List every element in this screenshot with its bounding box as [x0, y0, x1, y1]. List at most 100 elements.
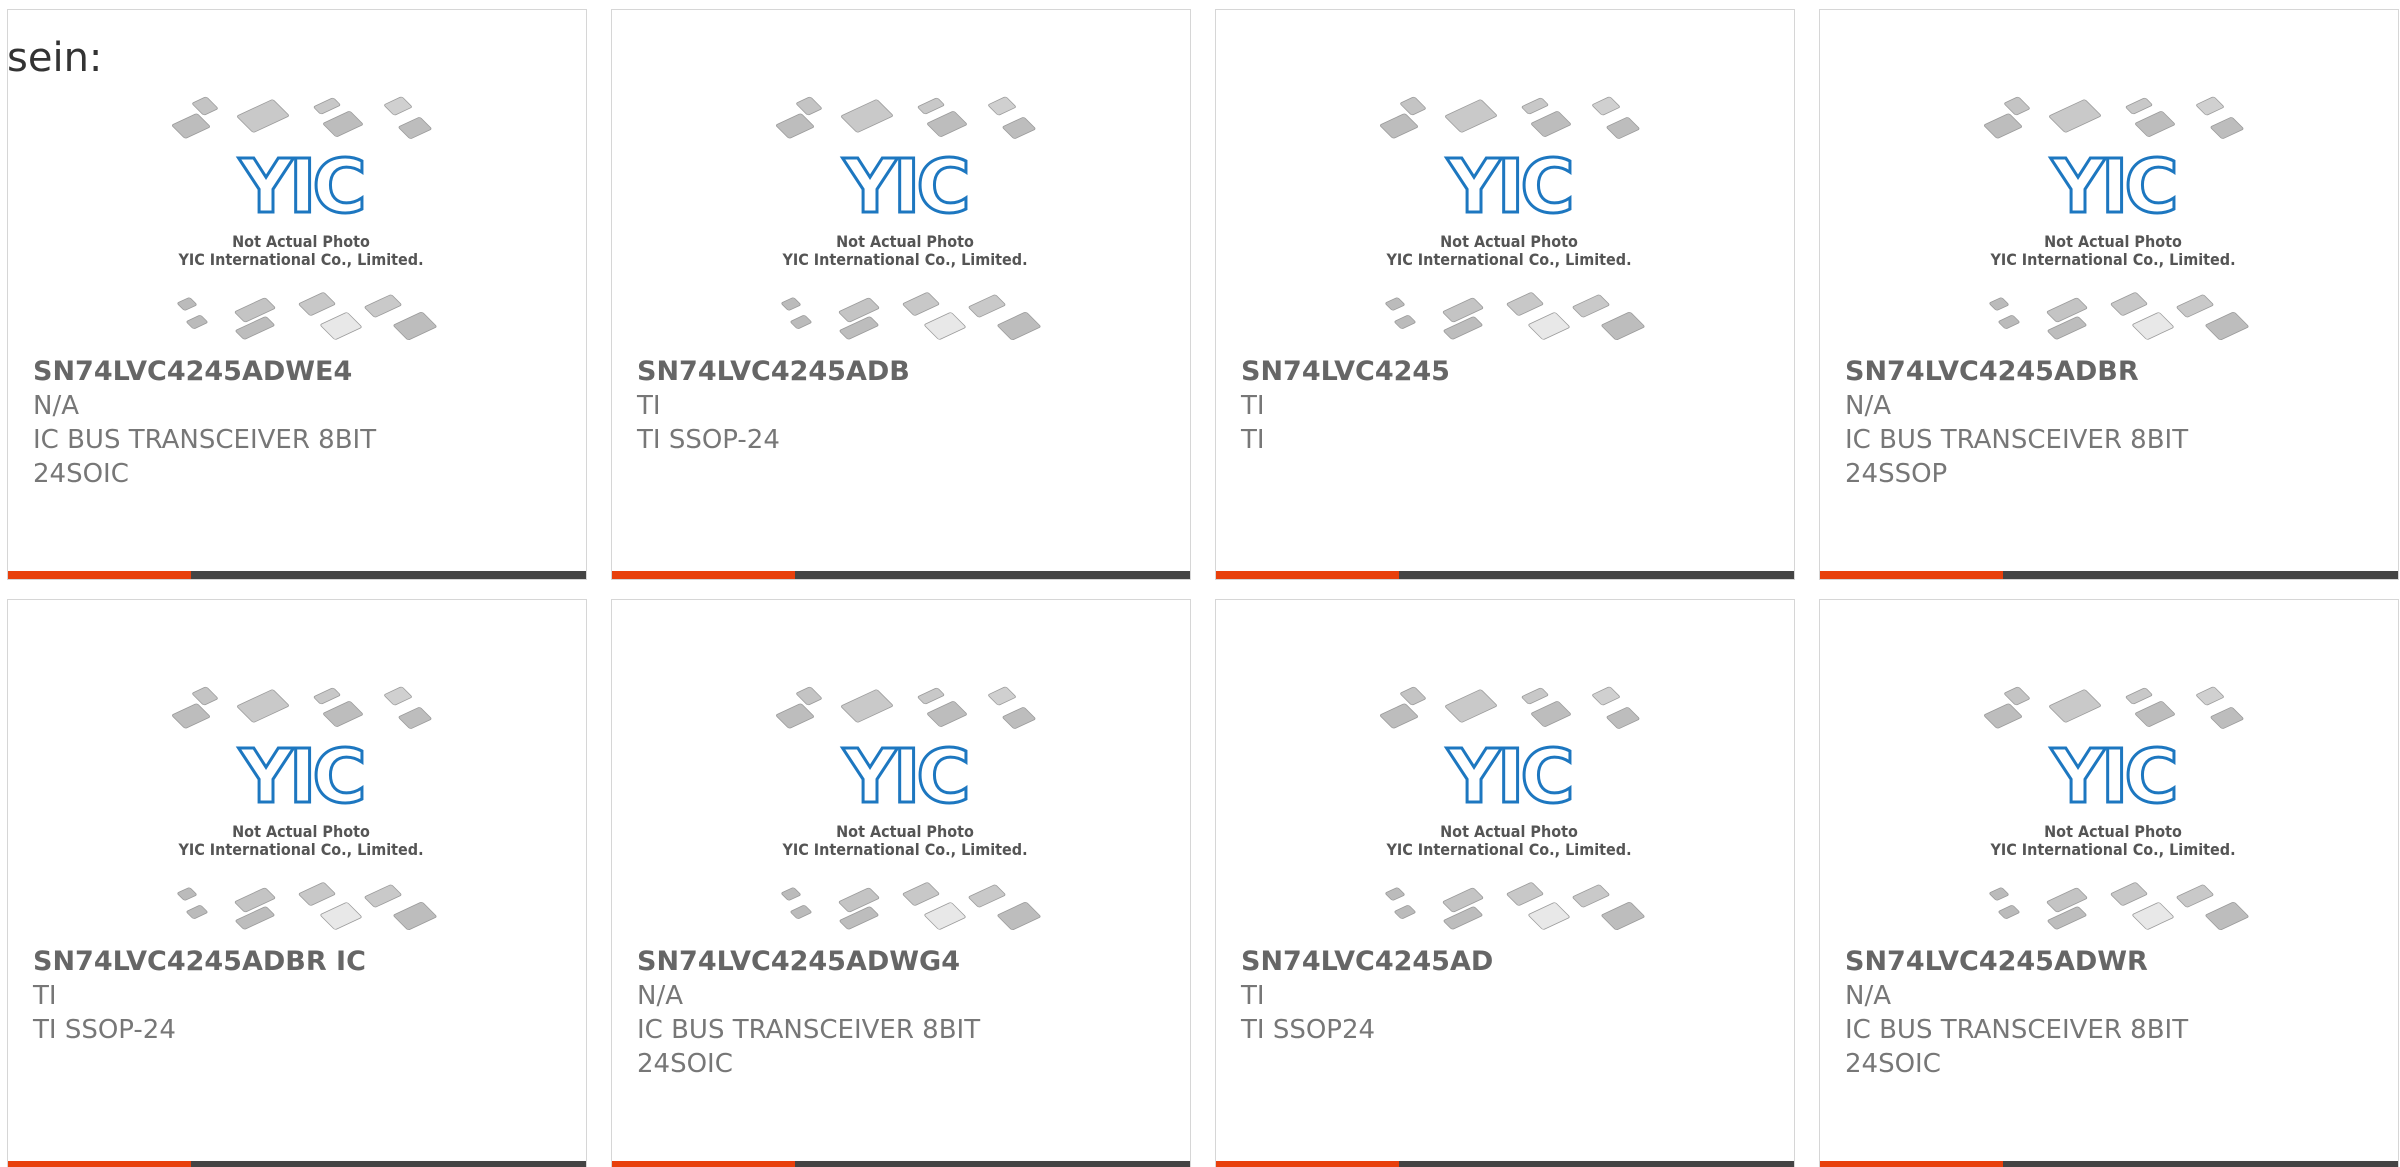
product-card[interactable]: YIC Not Actual Photo YIC International Co.…: [611, 599, 1191, 1167]
product-card[interactable]: YIC Not Actual Photo YIC International Co.…: [611, 9, 1191, 580]
card-bar-accent: [612, 1161, 795, 1167]
product-card[interactable]: YIC Not Actual Photo YIC International Co.…: [7, 599, 587, 1167]
chip-icon: [927, 701, 967, 727]
product-placeholder-image[interactable]: YIC Not Actual Photo YIC International Co.…: [1975, 684, 2251, 940]
placeholder-caption-line2: YIC International Co., Limited.: [1989, 840, 2235, 859]
chip-icon: [1394, 905, 1416, 919]
product-info: SN74LVC4245ADBR IC TI TI SSOP-24: [33, 945, 563, 1047]
chip-icon: [1989, 887, 2009, 901]
chip-icon: [2176, 884, 2214, 908]
chip-icons-bottom: [781, 292, 1041, 341]
product-description: TI: [1241, 425, 1265, 455]
card-bottom-bar: [612, 1161, 1190, 1167]
chip-icon: [781, 887, 801, 901]
product-part-number[interactable]: SN74LVC4245AD: [1241, 945, 1771, 979]
chip-icon: [192, 686, 218, 706]
chip-icon: [177, 887, 197, 901]
product-card[interactable]: YIC Not Actual Photo YIC International Co.…: [7, 9, 587, 580]
chip-icon: [1442, 887, 1484, 913]
chip-icon: [323, 701, 363, 727]
chip-icon: [237, 99, 289, 133]
yic-placeholder-graphic: YIC Not Actual PhotoYIC International Co.…: [776, 686, 1041, 931]
yic-logo: YIC: [1446, 734, 1570, 820]
chip-icon: [235, 316, 275, 340]
placeholder-caption-line1: Not Actual Photo: [1440, 232, 1578, 251]
chip-icon: [1400, 686, 1426, 706]
chip-icon: [917, 97, 945, 115]
chip-icon: [1998, 905, 2020, 919]
chip-icon: [234, 887, 276, 913]
chip-icon: [298, 882, 336, 906]
card-bar-accent: [1820, 1161, 2003, 1167]
placeholder-caption-line1: Not Actual Photo: [2044, 232, 2182, 251]
chip-icon: [1443, 906, 1483, 930]
card-bottom-bar: [1820, 1161, 2398, 1167]
product-manufacturer: N/A: [637, 981, 683, 1011]
chip-icon: [1380, 113, 1418, 139]
chip-icons-top: [1380, 96, 1640, 139]
placeholder-caption-line2: YIC International Co., Limited.: [1989, 250, 2235, 269]
product-card[interactable]: YIC Not Actual Photo YIC International Co.…: [1819, 9, 2399, 580]
chip-icon: [1989, 297, 2009, 311]
product-manufacturer: TI: [637, 391, 661, 421]
chip-icon: [398, 117, 432, 139]
chip-icon: [1442, 297, 1484, 323]
product-card[interactable]: YIC Not Actual Photo YIC International Co.…: [1215, 599, 1795, 1167]
product-manufacturer: N/A: [1845, 981, 1891, 1011]
chip-icon: [1528, 312, 1570, 340]
product-info: SN74LVC4245ADWR N/A IC BUS TRANSCEIVER 8…: [1845, 945, 2375, 1081]
product-placeholder-image[interactable]: YIC Not Actual Photo YIC International Co.…: [767, 94, 1043, 350]
chip-icon: [2176, 294, 2214, 318]
product-part-number[interactable]: SN74LVC4245ADWR: [1845, 945, 2375, 979]
chip-icon: [2046, 887, 2088, 913]
placeholder-caption-line1: Not Actual Photo: [232, 232, 370, 251]
chip-icon: [172, 113, 210, 139]
yic-placeholder-graphic: YIC Not Actual PhotoYIC International Co.…: [1984, 686, 2249, 931]
chip-icon: [320, 902, 362, 930]
chip-icon: [2205, 901, 2249, 931]
product-part-number[interactable]: SN74LVC4245ADWE4: [33, 355, 563, 389]
yic-placeholder-graphic: YIC Not Actual PhotoYIC International Co.…: [172, 686, 437, 931]
yic-logo: YIC: [2050, 734, 2174, 820]
product-description: IC BUS TRANSCEIVER 8BIT 24SOIC: [33, 425, 377, 489]
product-part-number[interactable]: SN74LVC4245: [1241, 355, 1771, 389]
product-placeholder-image[interactable]: YIC Not Actual Photo YIC International Co.…: [1371, 684, 1647, 940]
product-card[interactable]: YIC Not Actual Photo YIC International Co.…: [1215, 9, 1795, 580]
placeholder-caption-line2: YIC International Co., Limited.: [1385, 250, 1631, 269]
chip-icon: [384, 96, 412, 116]
chip-icon: [364, 294, 402, 318]
product-placeholder-image[interactable]: YIC Not Actual Photo YIC International Co.…: [163, 684, 439, 940]
yic-logo: YIC: [1446, 144, 1570, 230]
card-bottom-bar: [1820, 571, 2398, 579]
product-placeholder-image[interactable]: YIC Not Actual Photo YIC International Co.…: [1371, 94, 1647, 350]
chip-icon: [927, 111, 967, 137]
chip-icon: [1002, 707, 1036, 729]
chip-icon: [2210, 117, 2244, 139]
chip-icon: [790, 905, 812, 919]
product-part-number[interactable]: SN74LVC4245ADBR: [1845, 355, 2375, 389]
chip-icon: [997, 901, 1041, 931]
chip-icon: [924, 902, 966, 930]
chip-icon: [2196, 686, 2224, 706]
product-part-number[interactable]: SN74LVC4245ADWG4: [637, 945, 1167, 979]
product-part-number[interactable]: SN74LVC4245ADB: [637, 355, 1167, 389]
chip-icon: [1528, 902, 1570, 930]
chip-icon: [1445, 99, 1497, 133]
chip-icons-top: [1380, 686, 1640, 729]
chip-icon: [838, 887, 880, 913]
chip-icon: [2132, 312, 2174, 340]
product-placeholder-image[interactable]: YIC Not Actual Photo YIC International Co.…: [1975, 94, 2251, 350]
card-bar-accent: [1820, 571, 2003, 579]
product-manufacturer: N/A: [33, 391, 79, 421]
chip-icon: [1521, 687, 1549, 705]
product-part-number[interactable]: SN74LVC4245ADBR IC: [33, 945, 563, 979]
chip-icon: [776, 113, 814, 139]
product-card[interactable]: YIC Not Actual Photo YIC International Co.…: [1819, 599, 2399, 1167]
chip-icon: [384, 686, 412, 706]
product-placeholder-image[interactable]: YIC Not Actual Photo YIC International Co.…: [767, 684, 1043, 940]
chip-icons-bottom: [177, 882, 437, 931]
product-manufacturer: TI: [1241, 981, 1265, 1011]
product-placeholder-image[interactable]: YIC Not Actual Photo YIC International Co.…: [163, 94, 439, 350]
chip-icon: [1443, 316, 1483, 340]
product-manufacturer: TI: [1241, 391, 1265, 421]
